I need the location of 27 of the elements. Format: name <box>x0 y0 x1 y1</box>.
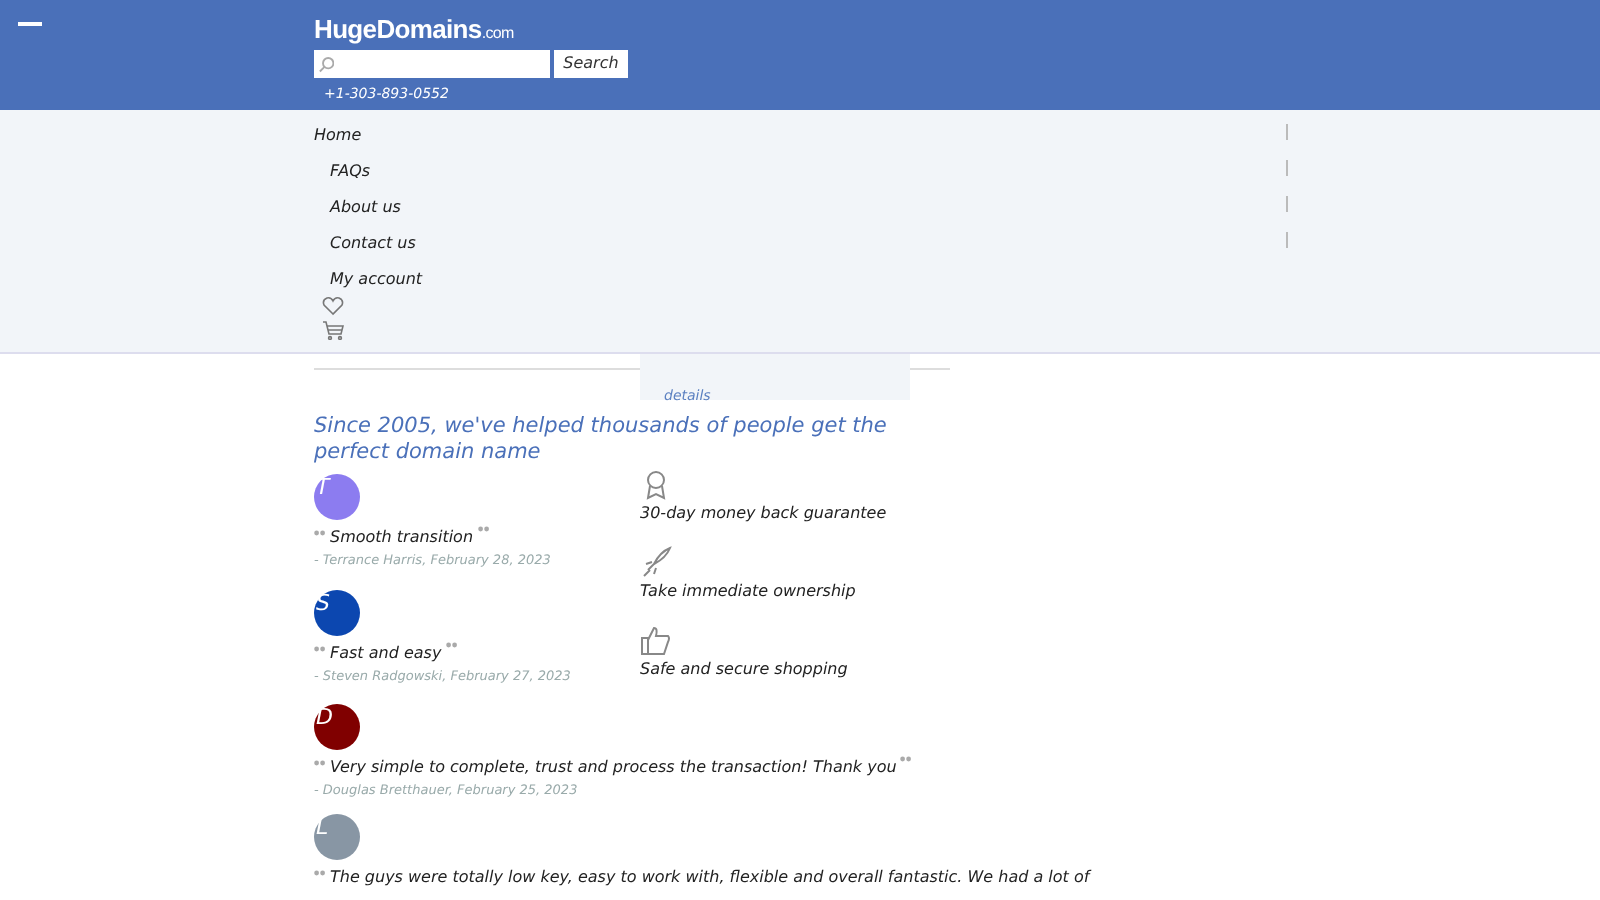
quote-mark-icon <box>900 755 913 765</box>
heart-icon[interactable] <box>322 296 344 316</box>
testimonial-quote: Very simple to complete, trust and process the transaction! Thank you <box>330 755 897 777</box>
search-icon <box>318 55 335 73</box>
nav-link[interactable]: Contact us <box>330 232 416 254</box>
nav-link[interactable]: Home <box>314 124 362 146</box>
nav-link[interactable]: FAQs <box>330 160 371 182</box>
feature-text: Safe and secure shopping <box>640 658 850 682</box>
testimonial-quote: The guys were totally low key, easy to work with, flexible and overall fantastic. We had a lot of <box>330 866 1090 889</box>
quote-mark-icon <box>445 641 458 652</box>
heading: Since 2005, we've helped thousands of people get the perfect domain name <box>314 414 889 466</box>
quote-mark-icon <box>314 526 326 536</box>
feature-text: 30-day money back guarantee <box>640 502 887 526</box>
search-button[interactable]: Search <box>554 50 628 78</box>
quote-mark-icon <box>477 526 490 536</box>
testimonial-quote: Smooth transition <box>330 526 474 548</box>
feature-text: Take immediate ownership <box>640 580 858 604</box>
testimonial-quote: Fast and easy <box>330 641 442 664</box>
nav-link[interactable]: My account <box>330 268 423 290</box>
quote-mark-icon <box>314 755 326 765</box>
logo[interactable]: HugeDomains.com <box>314 16 514 48</box>
thumbs-up-icon <box>640 624 672 656</box>
cart-icon[interactable] <box>322 320 344 340</box>
nav-link[interactable]: About us <box>330 196 401 218</box>
quote-mark-icon <box>314 641 326 652</box>
search-field[interactable] <box>314 50 550 78</box>
quote-mark-icon <box>314 866 326 877</box>
